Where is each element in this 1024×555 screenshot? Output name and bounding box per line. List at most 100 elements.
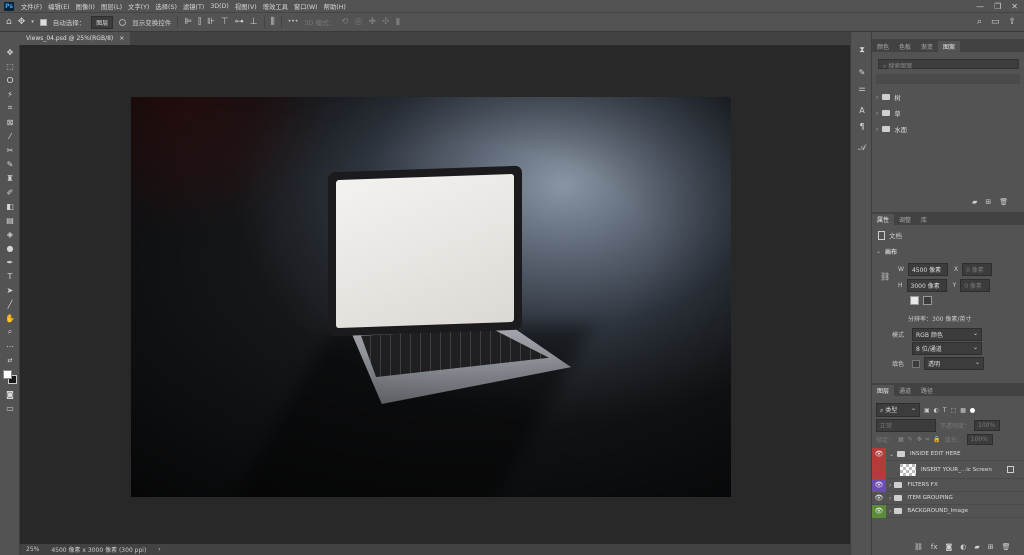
new-group-icon[interactable]: ▰ <box>972 198 977 206</box>
visibility-eye-icon[interactable]: 👁 <box>872 447 886 461</box>
pattern-folder-row[interactable]: › 草 <box>872 105 1024 121</box>
marquee-tool-icon[interactable]: ⬚ <box>0 59 20 73</box>
filter-smart-icon[interactable]: ▦ <box>960 407 966 414</box>
brush-tool-icon[interactable]: ✎ <box>0 157 20 171</box>
chevron-down-icon[interactable]: ⌄ <box>876 248 881 255</box>
opacity-input[interactable]: 100% <box>974 420 1001 431</box>
chevron-right-icon[interactable]: › <box>889 495 891 502</box>
menu-file[interactable]: 文件(F) <box>18 2 45 11</box>
menu-image[interactable]: 图像(I) <box>73 2 98 11</box>
zoom-level[interactable]: 25% <box>26 546 39 553</box>
visibility-eye-icon[interactable]: 👁 <box>872 492 886 505</box>
blend-mode-select[interactable]: 正常 <box>876 419 936 432</box>
fill-input[interactable]: 100% <box>966 434 993 445</box>
pattern-folder-row[interactable]: › 水面 <box>872 121 1024 137</box>
tab-channels[interactable]: 通道 <box>894 385 916 396</box>
magic-wand-tool-icon[interactable]: ⚡ <box>0 87 20 101</box>
zoom-tool-icon[interactable]: ⌕ <box>0 325 20 339</box>
close-button[interactable]: ✕ <box>1011 2 1018 11</box>
auto-select-dropdown[interactable]: 图层 <box>91 15 114 29</box>
tab-gradients[interactable]: 渐变 <box>916 41 938 52</box>
filter-type-icon[interactable]: T <box>943 407 947 414</box>
blur-tool-icon[interactable]: ◈ <box>0 227 20 241</box>
layer-row[interactable]: 👁 › ITEM GROUPING <box>872 492 1024 505</box>
fill-select[interactable]: 透明 ⌄ <box>924 357 984 370</box>
chevron-right-icon[interactable]: › <box>876 126 878 133</box>
layer-row[interactable]: 👁 ⌄ INSIDE EDIT HERE <box>872 447 1024 461</box>
close-icon[interactable]: × <box>119 35 124 42</box>
distribute-icon[interactable]: ⫼ <box>271 17 275 27</box>
tab-color[interactable]: 颜色 <box>872 41 894 52</box>
character-panel-icon[interactable]: A <box>851 102 873 118</box>
menu-layer[interactable]: 图层(L) <box>98 2 125 11</box>
align-left-icon[interactable]: ⊫ <box>184 17 192 27</box>
trash-icon[interactable]: 🗑 <box>999 198 1008 206</box>
document-canvas-image[interactable] <box>131 97 731 497</box>
status-arrow-icon[interactable]: › <box>158 546 160 553</box>
color-mode-select[interactable]: RGB 颜色 ⌄ <box>912 328 982 341</box>
trash-icon[interactable]: 🗑 <box>1002 543 1011 551</box>
y-input[interactable]: 0 像素 <box>960 279 991 292</box>
3d-pan-icon[interactable]: ✚ <box>368 17 376 27</box>
adjustment-layer-icon[interactable]: ◐ <box>960 543 966 551</box>
home-icon[interactable]: ⌂ <box>6 17 12 27</box>
3d-orbit-icon[interactable]: ⟲ <box>341 17 349 27</box>
adjustments-icon[interactable]: ⚌ <box>851 80 873 96</box>
tab-swatches[interactable]: 色板 <box>894 41 916 52</box>
menu-edit[interactable]: 编辑(E) <box>45 2 73 11</box>
menu-window[interactable]: 窗口(W) <box>291 2 321 11</box>
chevron-right-icon[interactable]: › <box>889 482 891 489</box>
3d-roll-icon[interactable]: ◎ <box>355 17 363 27</box>
color-swatches-icon[interactable] <box>0 367 20 387</box>
frame-tool-icon[interactable]: ⊠ <box>0 115 20 129</box>
tab-adjustments[interactable]: 调整 <box>894 214 916 225</box>
menu-3d[interactable]: 3D(D) <box>207 3 232 10</box>
swap-colors-icon[interactable]: ⇄ <box>0 353 20 367</box>
chevron-down-icon[interactable]: ▾ <box>31 19 34 25</box>
healing-brush-tool-icon[interactable]: ✂ <box>0 143 20 157</box>
pattern-folder-row[interactable]: › 树 <box>872 89 1024 105</box>
lock-artboard-icon[interactable]: ⌗ <box>926 436 929 444</box>
link-dimensions-icon[interactable]: ⛓ <box>880 272 890 281</box>
filter-shape-icon[interactable]: ⬚ <box>951 407 957 414</box>
layer-style-icon[interactable]: fx <box>931 543 938 551</box>
crop-tool-icon[interactable]: ⌗ <box>0 101 20 115</box>
3d-scale-icon[interactable]: ▮ <box>396 17 401 27</box>
layer-row[interactable]: INSERT YOUR_...ic Screen <box>872 460 1024 479</box>
visibility-eye-icon[interactable] <box>872 460 886 479</box>
pen-tool-icon[interactable]: ✒ <box>0 255 20 269</box>
glyphs-panel-icon[interactable]: 𝒜 <box>851 140 873 156</box>
share-icon[interactable]: ⇪ <box>1008 17 1016 27</box>
layer-row[interactable]: 👁 › BACKGROUND_Image <box>872 504 1024 518</box>
more-options-icon[interactable]: ••• <box>288 19 299 25</box>
tab-properties[interactable]: 属性 <box>872 214 895 225</box>
x-input[interactable]: 0 像素 <box>962 263 993 276</box>
history-panel-icon[interactable]: ⧗ <box>851 42 873 58</box>
menu-plugins[interactable]: 增效工具 <box>260 2 291 11</box>
align-top-icon[interactable]: ⊤ <box>221 17 229 27</box>
lock-all-icon[interactable]: 🔒 <box>933 436 940 443</box>
search-icon[interactable]: ⌕ <box>977 17 982 27</box>
new-group-icon[interactable]: ▰ <box>974 543 979 551</box>
menu-select[interactable]: 选择(S) <box>152 2 180 11</box>
align-right-icon[interactable]: ⊪ <box>207 17 215 27</box>
new-layer-icon[interactable]: ⊞ <box>988 543 994 551</box>
gradient-tool-icon[interactable]: ▤ <box>0 213 20 227</box>
move-tool-icon[interactable]: ✥ <box>18 17 26 27</box>
lock-pixels-icon[interactable]: ▦ <box>898 436 904 443</box>
hand-tool-icon[interactable]: ✋ <box>0 311 20 325</box>
width-input[interactable]: 4500 像素 <box>907 263 948 276</box>
brush-settings-icon[interactable]: ✎ <box>851 64 873 80</box>
visibility-eye-icon[interactable]: 👁 <box>872 478 886 492</box>
chevron-down-icon[interactable]: ⌄ <box>889 451 894 458</box>
screen-mode-icon[interactable]: ▭ <box>0 401 20 415</box>
layer-kind-filter[interactable]: ⌕ 类型 ⌄ <box>876 403 920 417</box>
link-layers-icon[interactable]: ⛓ <box>914 543 923 551</box>
more-tools-icon[interactable]: ⋯ <box>0 339 20 353</box>
type-tool-icon[interactable]: T <box>0 269 20 283</box>
history-brush-tool-icon[interactable]: ✐ <box>0 185 20 199</box>
lock-position-icon[interactable]: ✥ <box>917 436 922 443</box>
quick-mask-icon[interactable]: ◙ <box>0 387 20 401</box>
document-tab[interactable]: Views_04.psd @ 25%(RGB/8) × <box>20 32 131 45</box>
eraser-tool-icon[interactable]: ◧ <box>0 199 20 213</box>
